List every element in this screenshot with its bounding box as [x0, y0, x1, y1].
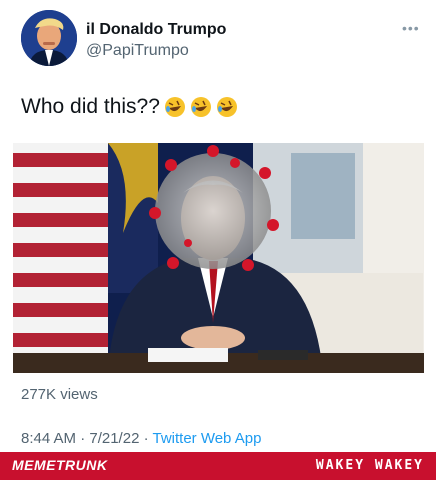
rolling-on-floor-laughing-emoji — [216, 96, 238, 118]
tweet-metadata: 8:44 AM · 7/21/22 · Twitter Web App — [21, 430, 261, 447]
display-name[interactable]: il Donaldo Trumpo — [86, 21, 226, 39]
tweet-text-row: Who did this?? — [21, 95, 238, 119]
tweet-media-image[interactable] — [13, 143, 424, 373]
profile-avatar[interactable] — [21, 10, 77, 66]
avatar-image — [21, 10, 77, 66]
tweet-source-link[interactable]: Twitter Web App — [152, 430, 261, 447]
wakey-wakey-logo: WAKEY WAKEY — [315, 458, 424, 473]
tweet-text: Who did this?? — [21, 95, 160, 118]
more-horizontal-icon[interactable]: ••• — [402, 20, 420, 36]
watermark-banner: MEMETRUNK WAKEY WAKEY — [0, 452, 436, 480]
memetrunk-logo: MEMETRUNK — [12, 457, 108, 473]
rolling-on-floor-laughing-emoji — [190, 96, 212, 118]
tweet-timestamp: 8:44 AM · 7/21/22 · — [21, 430, 153, 447]
user-handle[interactable]: @PapiTrumpo — [86, 42, 189, 60]
rolling-on-floor-laughing-emoji — [164, 96, 186, 118]
view-count: 277K views — [21, 386, 98, 403]
media-photo — [13, 143, 424, 373]
